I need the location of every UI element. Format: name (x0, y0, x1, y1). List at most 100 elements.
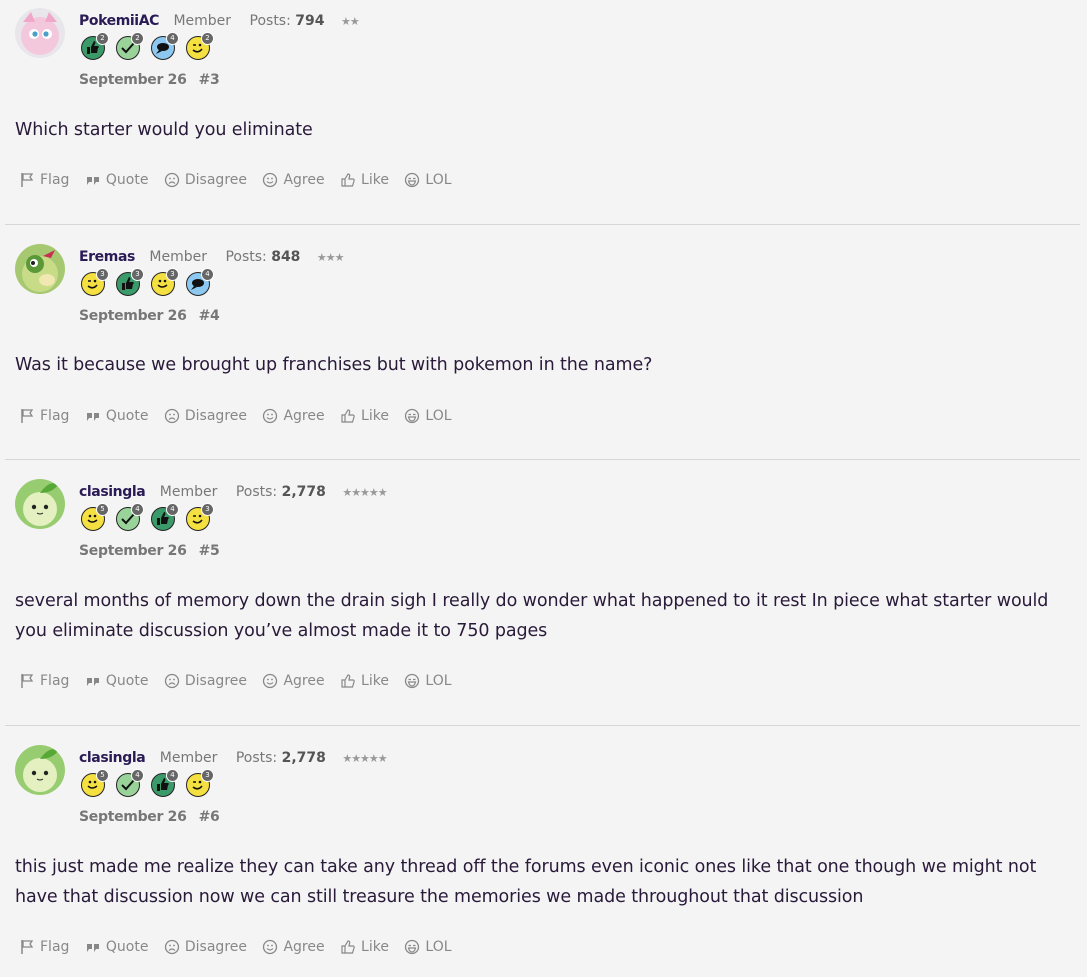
like-label: Like (361, 408, 389, 424)
post-number[interactable]: #4 (199, 308, 220, 324)
agree-button[interactable]: Agree (262, 939, 325, 955)
post-body: this just made me realize they can take … (15, 857, 1037, 907)
wink-badge-icon[interactable]: 3 (81, 268, 109, 296)
like-button[interactable]: Like (340, 408, 389, 424)
smile-icon (263, 939, 278, 955)
post-count: Posts: 794 (249, 13, 325, 29)
smile-icon (263, 172, 278, 188)
agree-button[interactable]: Agree (262, 673, 325, 689)
flag-button[interactable]: Flag (19, 673, 69, 689)
like-button[interactable]: Like (340, 939, 389, 955)
agree-button[interactable]: Agree (262, 172, 325, 188)
quote-button[interactable]: Quote (85, 172, 149, 188)
post-actions: Flag Quote Disagree Agree Like LOL (19, 939, 463, 959)
avatar[interactable] (15, 244, 65, 294)
post-actions: Flag Quote Disagree Agree Like LOL (19, 673, 463, 693)
post-number[interactable]: #6 (199, 809, 220, 825)
check-badge-icon[interactable]: 4 (116, 769, 144, 797)
speech-badge-icon[interactable]: 4 (186, 268, 214, 296)
username[interactable]: clasingla (79, 750, 146, 766)
post-number[interactable]: #5 (199, 543, 220, 559)
frown-icon (164, 172, 180, 188)
disagree-button[interactable]: Disagree (164, 939, 247, 955)
agree-label: Agree (283, 172, 325, 188)
quote-label: Quote (105, 673, 149, 689)
smile-badge-icon[interactable]: 5 (81, 769, 109, 797)
disagree-label: Disagree (184, 939, 247, 955)
post-meta: Eremas Member Posts: 848 ★★★ (79, 249, 345, 265)
flag-label: Flag (40, 673, 70, 689)
like-button[interactable]: Like (340, 673, 389, 689)
check-badge-icon[interactable]: 2 (116, 32, 144, 60)
post-date[interactable]: September 26 (79, 543, 187, 559)
lol-button[interactable]: LOL (404, 172, 452, 188)
thumbs-up-badge-icon[interactable]: 2 (81, 32, 109, 60)
like-button[interactable]: Like (340, 172, 389, 188)
quote-label: Quote (105, 172, 149, 188)
wink-badge-icon[interactable]: 3 (186, 503, 214, 531)
post-count: Posts: 2,778 (235, 750, 326, 766)
wink-badge-icon[interactable]: 3 (186, 769, 214, 797)
disagree-button[interactable]: Disagree (164, 673, 247, 689)
rank-stars: ★★★★★ (342, 486, 387, 499)
quote-icon (86, 944, 99, 952)
avatar[interactable] (15, 745, 65, 795)
username[interactable]: PokemiiAC (79, 13, 159, 29)
check-badge-icon[interactable]: 4 (116, 503, 144, 531)
lol-label: LOL (425, 172, 452, 188)
disagree-button[interactable]: Disagree (164, 408, 247, 424)
lol-button[interactable]: LOL (404, 673, 452, 689)
disagree-label: Disagree (184, 673, 247, 689)
flag-button[interactable]: Flag (19, 408, 69, 424)
rank-stars: ★★★ (316, 251, 345, 264)
speech-badge-icon[interactable]: 4 (151, 32, 179, 60)
username[interactable]: Eremas (79, 249, 135, 265)
user-role: Member (159, 484, 218, 500)
laugh-icon (405, 172, 420, 188)
post-number[interactable]: #3 (199, 72, 220, 88)
smile-badge-icon[interactable]: 3 (151, 268, 179, 296)
post-count: Posts: 2,778 (235, 484, 326, 500)
agree-button[interactable]: Agree (262, 408, 325, 424)
post-dateline: September 26 #6 (79, 809, 220, 825)
post-dateline: September 26 #3 (79, 72, 220, 88)
thumbs-up-icon (341, 940, 355, 954)
thumbs-up-badge-icon[interactable]: 4 (151, 503, 179, 531)
avatar[interactable] (15, 479, 65, 529)
flag-icon (21, 409, 34, 423)
post-date[interactable]: September 26 (79, 308, 187, 324)
lol-button[interactable]: LOL (404, 408, 452, 424)
quote-label: Quote (105, 939, 149, 955)
quote-button[interactable]: Quote (85, 939, 149, 955)
flag-button[interactable]: Flag (19, 939, 69, 955)
flag-icon (21, 674, 34, 688)
flag-button[interactable]: Flag (19, 172, 69, 188)
wink-badge-icon[interactable]: 2 (186, 32, 214, 60)
disagree-button[interactable]: Disagree (164, 172, 247, 188)
post-body: Was it because we brought up franchises … (15, 355, 653, 375)
post-meta: PokemiiAC Member Posts: 794 ★★ (79, 13, 360, 29)
post-dateline: September 26 #5 (79, 543, 220, 559)
frown-icon (164, 408, 180, 424)
post-actions: Flag Quote Disagree Agree Like LOL (19, 408, 463, 428)
username[interactable]: clasingla (79, 484, 146, 500)
lol-label: LOL (425, 408, 452, 424)
smile-icon (263, 673, 278, 689)
user-role: Member (159, 750, 218, 766)
agree-label: Agree (283, 408, 325, 424)
thumbs-up-badge-icon[interactable]: 3 (116, 268, 144, 296)
post-divider (5, 224, 1080, 225)
disagree-label: Disagree (184, 172, 247, 188)
lol-button[interactable]: LOL (404, 939, 452, 955)
thumbs-up-badge-icon[interactable]: 4 (151, 769, 179, 797)
post-date[interactable]: September 26 (79, 809, 187, 825)
avatar[interactable] (15, 8, 65, 58)
post-date[interactable]: September 26 (79, 72, 187, 88)
agree-label: Agree (283, 673, 325, 689)
quote-button[interactable]: Quote (85, 408, 148, 424)
rank-stars: ★★★★★ (342, 752, 387, 765)
quote-button[interactable]: Quote (85, 673, 149, 689)
smile-badge-icon[interactable]: 5 (81, 503, 109, 531)
post-count: Posts: 848 (225, 249, 301, 265)
post-meta: clasingla Member Posts: 2,778 ★★★★★ (79, 750, 388, 766)
